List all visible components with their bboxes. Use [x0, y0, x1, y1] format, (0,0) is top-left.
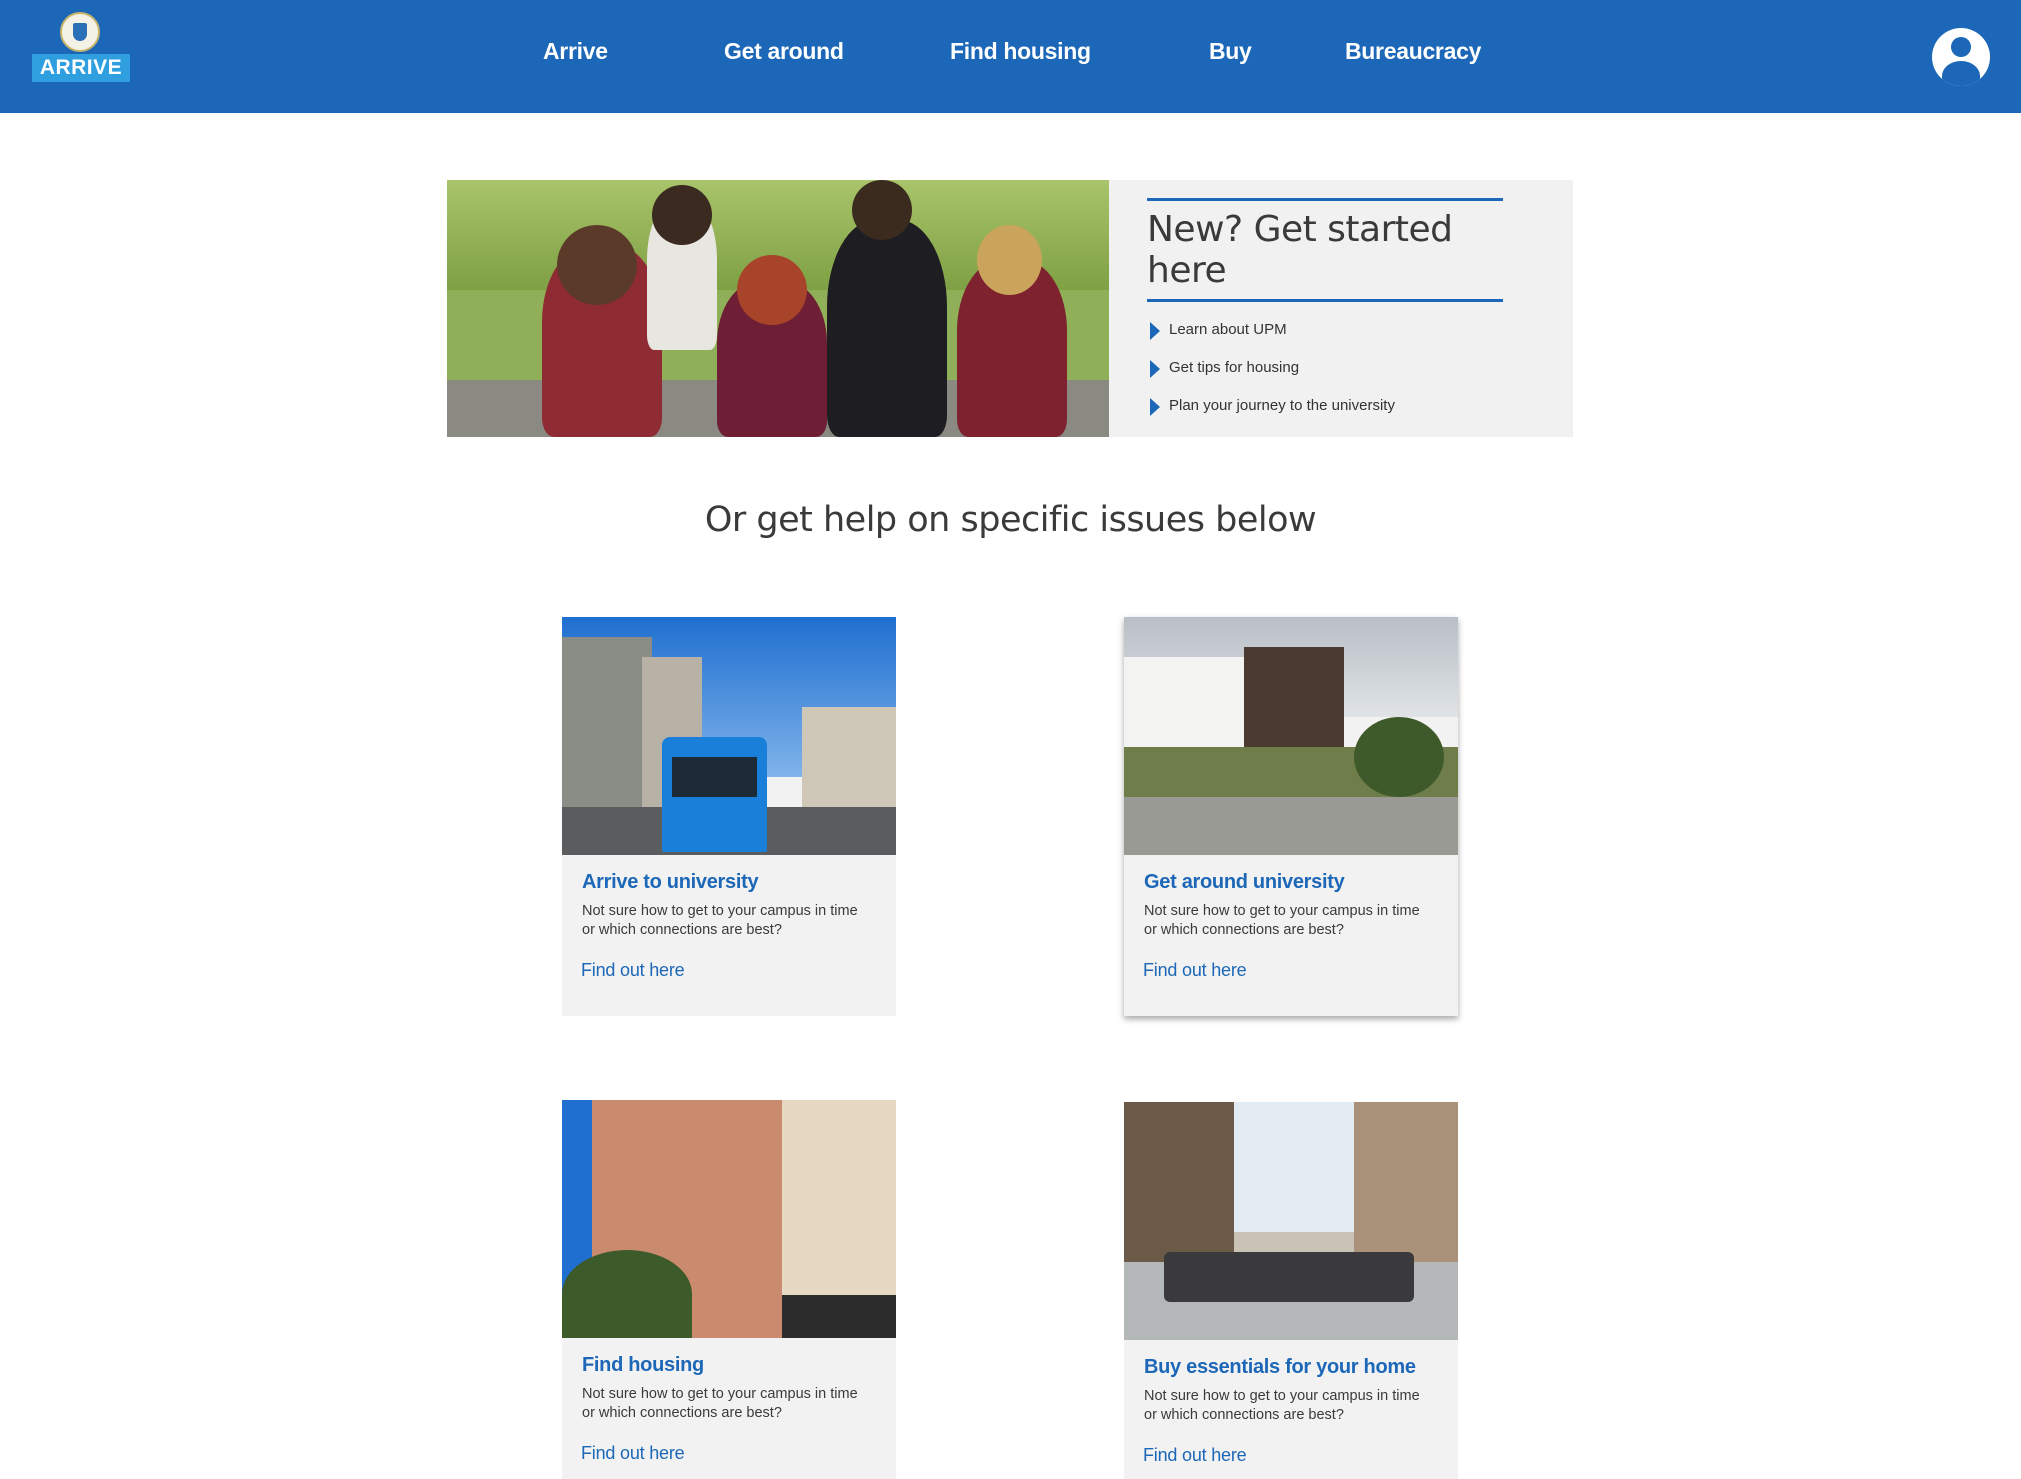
- card-arrive[interactable]: Arrive to university Not sure how to get…: [562, 617, 896, 1016]
- card-get-around[interactable]: Get around university Not sure how to ge…: [1124, 617, 1458, 1016]
- section-heading: Or get help on specific issues below: [704, 500, 1317, 540]
- card-title[interactable]: Get around university: [1144, 871, 1345, 894]
- card-buy[interactable]: Buy essentials for your home Not sure ho…: [1124, 1102, 1458, 1479]
- list-item[interactable]: Plan your journey to the university: [1147, 390, 1537, 428]
- arrive-logo[interactable]: ARRIVE: [32, 10, 130, 82]
- card-description: Not sure how to get to your campus in ti…: [582, 1386, 858, 1421]
- hero-students-photo: [447, 180, 1109, 437]
- get-started-panel: New? Get started here Learn about UPM Ge…: [1147, 198, 1537, 428]
- hero-title: New? Get started here: [1147, 198, 1503, 302]
- find-out-link[interactable]: Find out here: [581, 960, 685, 981]
- list-item[interactable]: Get tips for housing: [1147, 352, 1537, 390]
- find-out-link[interactable]: Find out here: [1143, 1445, 1247, 1466]
- nav-find-housing[interactable]: Find housing: [950, 38, 1091, 65]
- top-navbar: ARRIVE Arrive Get around Find housing Bu…: [0, 0, 2021, 113]
- card-image-building: [562, 1100, 896, 1338]
- card-image-campus: [1124, 617, 1458, 855]
- caret-right-icon: [1150, 360, 1160, 378]
- university-seal-icon: [60, 12, 100, 52]
- hero-banner: New? Get started here Learn about UPM Ge…: [447, 180, 1573, 437]
- caret-right-icon: [1150, 398, 1160, 416]
- card-image-shopping-street: [1124, 1102, 1458, 1340]
- get-started-list: Learn about UPM Get tips for housing Pla…: [1147, 314, 1537, 428]
- card-image-bus: [562, 617, 896, 855]
- list-item[interactable]: Learn about UPM: [1147, 314, 1537, 352]
- find-out-link[interactable]: Find out here: [581, 1443, 685, 1464]
- user-account-icon[interactable]: [1932, 28, 1990, 86]
- card-title[interactable]: Find housing: [582, 1354, 704, 1377]
- card-description: Not sure how to get to your campus in ti…: [582, 903, 858, 938]
- card-title[interactable]: Buy essentials for your home: [1144, 1356, 1416, 1379]
- caret-right-icon: [1150, 322, 1160, 340]
- card-find-housing[interactable]: Find housing Not sure how to get to your…: [562, 1100, 896, 1479]
- nav-bureaucracy[interactable]: Bureaucracy: [1345, 38, 1481, 65]
- nav-arrive[interactable]: Arrive: [543, 38, 608, 65]
- logo-text: ARRIVE: [32, 54, 130, 82]
- card-title[interactable]: Arrive to university: [582, 871, 759, 894]
- find-out-link[interactable]: Find out here: [1143, 960, 1247, 981]
- nav-buy[interactable]: Buy: [1209, 38, 1252, 65]
- nav-get-around[interactable]: Get around: [724, 38, 844, 65]
- card-description: Not sure how to get to your campus in ti…: [1144, 903, 1420, 938]
- card-description: Not sure how to get to your campus in ti…: [1144, 1388, 1420, 1423]
